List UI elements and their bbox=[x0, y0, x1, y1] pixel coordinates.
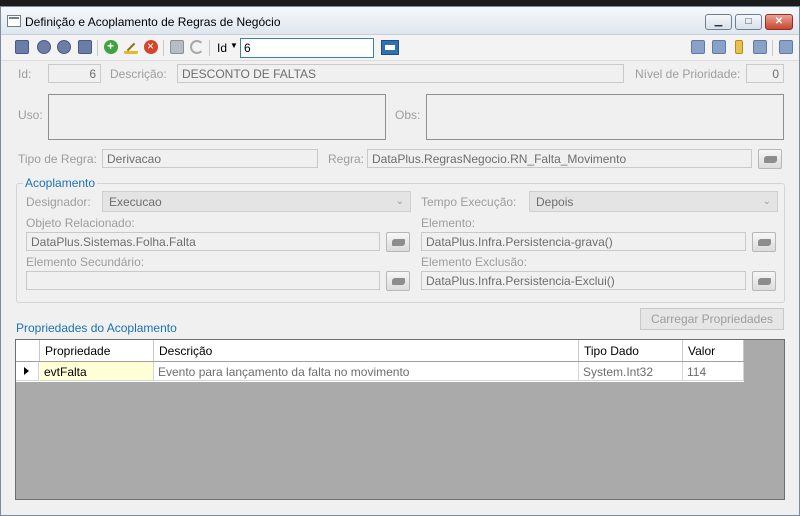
designador-label: Designador: bbox=[26, 195, 91, 209]
toolbar-separator bbox=[772, 40, 773, 56]
descricao-label: Descrição: bbox=[110, 67, 167, 81]
card-icon[interactable] bbox=[691, 40, 705, 54]
close-button[interactable]: ✕ bbox=[765, 14, 793, 30]
search-input[interactable]: 6 bbox=[240, 38, 374, 58]
cancel-icon[interactable] bbox=[144, 39, 158, 54]
designador-value: Execucao bbox=[109, 195, 162, 209]
undo-icon[interactable] bbox=[190, 40, 204, 54]
tempo-execucao-value: Depois bbox=[536, 195, 574, 209]
column-header-tipo-dado[interactable]: Tipo Dado bbox=[579, 340, 683, 361]
first-record-icon[interactable] bbox=[15, 40, 29, 54]
exit-icon[interactable] bbox=[779, 40, 793, 54]
tempo-execucao-select[interactable]: Depois ⌄ bbox=[529, 191, 778, 212]
toolbar-separator bbox=[209, 40, 210, 56]
obs-textarea[interactable] bbox=[426, 94, 784, 140]
propriedades-title: Propriedades do Acoplamento bbox=[16, 321, 177, 335]
search-button[interactable] bbox=[381, 40, 399, 55]
grid-header: Propriedade Descrição Tipo Dado Valor bbox=[16, 340, 744, 362]
objeto-lookup-button[interactable] bbox=[386, 232, 410, 252]
user-icon[interactable] bbox=[753, 40, 767, 54]
main-window: Definição e Acoplamento de Regras de Neg… bbox=[0, 6, 800, 516]
obs-label: Obs: bbox=[395, 108, 421, 122]
next-record-icon[interactable] bbox=[57, 40, 71, 54]
search-field-select[interactable]: Id bbox=[217, 41, 227, 55]
highlight-icon[interactable] bbox=[735, 40, 743, 54]
window-title: Definição e Acoplamento de Regras de Neg… bbox=[25, 15, 281, 29]
objeto-relacionado-label: Objeto Relacionado: bbox=[26, 216, 135, 230]
id-label: Id: bbox=[18, 67, 32, 81]
chevron-down-icon[interactable]: ▼ bbox=[230, 41, 238, 50]
secundario-lookup-button[interactable] bbox=[386, 271, 410, 291]
chevron-down-icon: ⌄ bbox=[395, 196, 404, 207]
id-field[interactable]: 6 bbox=[48, 64, 101, 83]
cell-descricao[interactable]: Evento para lançamento da falta no movim… bbox=[154, 362, 579, 381]
cell-valor[interactable]: 114 bbox=[683, 362, 744, 381]
objeto-relacionado-field[interactable]: DataPlus.Sistemas.Folha.Falta bbox=[26, 232, 380, 251]
previous-record-icon[interactable] bbox=[37, 40, 51, 54]
regra-lookup-button[interactable] bbox=[758, 149, 782, 169]
app-icon bbox=[7, 15, 21, 27]
elemento-secundario-label: Elemento Secundário: bbox=[26, 255, 145, 269]
cell-propriedade[interactable]: evtFalta bbox=[40, 362, 154, 381]
acoplamento-title: Acoplamento bbox=[23, 176, 98, 190]
designador-select[interactable]: Execucao ⌄ bbox=[102, 191, 411, 212]
column-header-propriedade[interactable]: Propriedade bbox=[40, 340, 154, 361]
column-header-valor[interactable]: Valor bbox=[683, 340, 744, 361]
elemento-lookup-button[interactable] bbox=[752, 232, 776, 252]
cell-tipo-dado[interactable]: System.Int32 bbox=[579, 362, 683, 381]
chevron-down-icon: ⌄ bbox=[762, 196, 771, 207]
propriedades-grid: Propriedade Descrição Tipo Dado Valor ev… bbox=[15, 339, 785, 500]
carregar-propriedades-button[interactable]: Carregar Propriedades bbox=[640, 308, 784, 330]
tempo-execucao-label: Tempo Execução: bbox=[421, 195, 517, 209]
elemento-exclusao-field[interactable]: DataPlus.Infra.Persistencia-Exclui() bbox=[421, 271, 746, 290]
table-row[interactable]: evtFalta Evento para lançamento da falta… bbox=[16, 362, 744, 382]
minimize-button[interactable]: ▁ bbox=[705, 14, 732, 30]
uso-label: Uso: bbox=[18, 108, 43, 122]
elemento-label: Elemento: bbox=[421, 216, 476, 230]
elemento-exclusao-label: Elemento Exclusão: bbox=[421, 255, 528, 269]
tipo-regra-field[interactable]: Derivacao bbox=[102, 149, 318, 168]
toolbar: Id ▼ 6 bbox=[1, 35, 799, 61]
settings-icon[interactable] bbox=[712, 40, 726, 54]
toolbar-separator bbox=[163, 40, 164, 56]
exclusao-lookup-button[interactable] bbox=[752, 271, 776, 291]
tipo-regra-label: Tipo de Regra: bbox=[18, 152, 97, 166]
save-icon[interactable] bbox=[170, 40, 184, 54]
maximize-button[interactable]: □ bbox=[735, 14, 762, 30]
title-bar: Definição e Acoplamento de Regras de Neg… bbox=[1, 7, 799, 35]
last-record-icon[interactable] bbox=[78, 40, 92, 54]
nivel-prioridade-field[interactable]: 0 bbox=[746, 64, 784, 83]
elemento-field[interactable]: DataPlus.Infra.Persistencia-grava() bbox=[421, 232, 746, 251]
row-header-corner bbox=[16, 340, 40, 361]
regra-label: Regra: bbox=[328, 152, 365, 166]
current-row-icon bbox=[24, 367, 29, 375]
column-header-descricao[interactable]: Descrição bbox=[154, 340, 579, 361]
elemento-secundario-field[interactable] bbox=[26, 271, 380, 290]
row-selector[interactable] bbox=[16, 362, 39, 381]
toolbar-separator bbox=[97, 40, 98, 56]
descricao-field[interactable]: DESCONTO DE FALTAS bbox=[177, 64, 624, 83]
add-icon[interactable] bbox=[104, 39, 118, 54]
regra-field[interactable]: DataPlus.RegrasNegocio.RN_Falta_Moviment… bbox=[367, 149, 752, 168]
edit-icon[interactable] bbox=[124, 40, 138, 54]
uso-textarea[interactable] bbox=[48, 94, 386, 140]
nivel-prioridade-label: Nível de Prioridade: bbox=[635, 67, 741, 81]
